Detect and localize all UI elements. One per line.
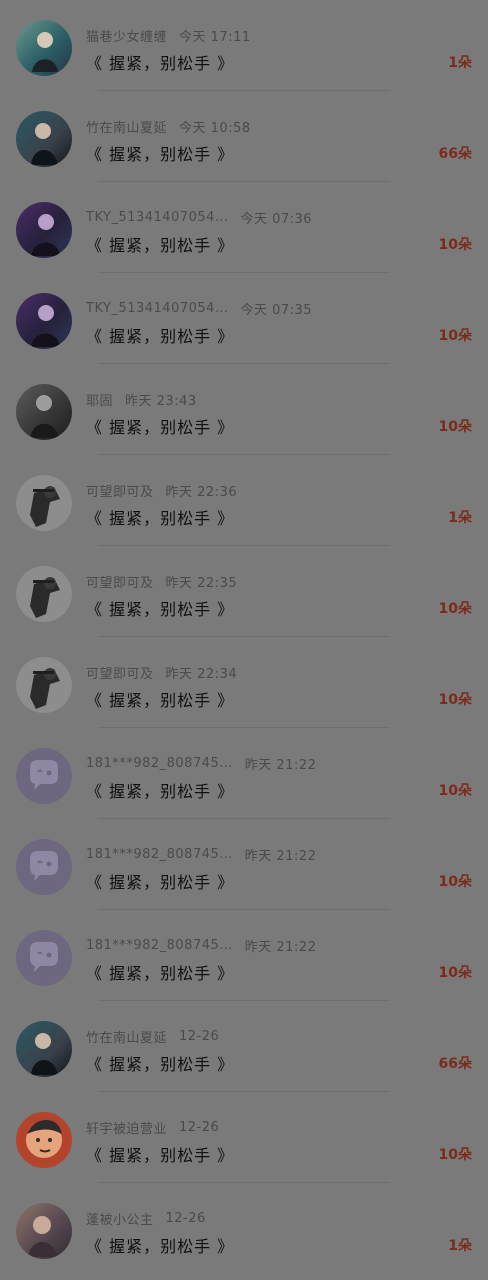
gift-name: 《 握紧，别松手 》	[86, 145, 235, 164]
timestamp: 昨天 22:34	[165, 667, 238, 682]
list-item[interactable]: 可望即可及 昨天 22:36 《 握紧，别松手 》 1朵	[0, 455, 488, 546]
username: 轩宇被迫营业	[86, 1122, 168, 1137]
list-item[interactable]: 耶固 昨天 23:43 《 握紧，别松手 》 10朵	[0, 364, 488, 455]
portrait-avatar-icon[interactable]	[16, 20, 72, 76]
gift-count: 10朵	[438, 328, 472, 344]
timestamp: 今天 07:35	[240, 303, 313, 318]
chat-bubble-avatar-icon[interactable]	[16, 748, 72, 804]
username: 竹在南山夏延	[86, 121, 168, 136]
gift-count: 1朵	[448, 510, 472, 526]
list-item[interactable]: 181***982_808745… 昨天 21:22 《 握紧，别松手 》 10…	[0, 728, 488, 819]
gift-count: 10朵	[438, 874, 472, 890]
username: TKY_51341407054…	[86, 301, 229, 316]
gift-count: 66朵	[438, 146, 472, 162]
list-item[interactable]: TKY_51341407054… 今天 07:36 《 握紧，别松手 》 10朵	[0, 182, 488, 273]
gift-count: 10朵	[438, 419, 472, 435]
gift-count: 1朵	[448, 1238, 472, 1254]
list-item[interactable]: 竹在南山夏延 12-26 《 握紧，别松手 》 66朵	[0, 1001, 488, 1092]
gift-name: 《 握紧，别松手 》	[86, 1237, 235, 1256]
portrait-avatar-icon[interactable]	[16, 384, 72, 440]
gift-name: 《 握紧，别松手 》	[86, 964, 235, 983]
list-item[interactable]: TKY_51341407054… 今天 07:35 《 握紧，别松手 》 10朵	[0, 273, 488, 364]
gift-name: 《 握紧，别松手 》	[86, 236, 235, 255]
gift-name: 《 握紧，别松手 》	[86, 509, 235, 528]
gift-name: 《 握紧，别松手 》	[86, 1055, 235, 1074]
gift-count: 10朵	[438, 1147, 472, 1163]
timestamp: 12-26	[179, 1029, 220, 1044]
gift-name: 《 握紧，别松手 》	[86, 327, 235, 346]
gift-name: 《 握紧，别松手 》	[86, 691, 235, 710]
list-item[interactable]: 181***982_808745… 昨天 21:22 《 握紧，别松手 》 10…	[0, 910, 488, 1001]
username: TKY_51341407054…	[86, 210, 229, 225]
gift-count: 1朵	[448, 55, 472, 71]
gift-name: 《 握紧，别松手 》	[86, 1146, 235, 1165]
timestamp: 今天 07:36	[240, 212, 313, 227]
timestamp: 昨天 22:36	[165, 485, 238, 500]
list-item[interactable]: 可望即可及 昨天 22:35 《 握紧，别松手 》 10朵	[0, 546, 488, 637]
username: 181***982_808745…	[86, 847, 233, 862]
gift-name: 《 握紧，别松手 》	[86, 600, 235, 619]
gift-record-list: 猫巷少女缠缠 今天 17:11 《 握紧，别松手 》 1朵 竹在南山夏延 今天 …	[0, 0, 488, 1280]
portrait-avatar-icon[interactable]	[16, 475, 72, 531]
gift-name: 《 握紧，别松手 》	[86, 54, 235, 73]
timestamp: 12-26	[179, 1120, 220, 1135]
gift-name: 《 握紧，别松手 》	[86, 418, 235, 437]
portrait-avatar-icon[interactable]	[16, 1203, 72, 1259]
username: 181***982_808745…	[86, 756, 233, 771]
chat-bubble-avatar-icon[interactable]	[16, 839, 72, 895]
username: 猫巷少女缠缠	[86, 30, 168, 45]
timestamp: 今天 10:58	[179, 121, 251, 136]
username: 竹在南山夏延	[86, 1031, 168, 1046]
list-item[interactable]: 猫巷少女缠缠 今天 17:11 《 握紧，别松手 》 1朵	[0, 0, 488, 91]
gift-count: 10朵	[438, 965, 472, 981]
username: 可望即可及	[86, 667, 154, 682]
gift-count: 10朵	[438, 237, 472, 253]
username: 可望即可及	[86, 576, 154, 591]
portrait-avatar-icon[interactable]	[16, 293, 72, 349]
timestamp: 今天 17:11	[179, 30, 251, 45]
username: 181***982_808745…	[86, 938, 233, 953]
list-item[interactable]: 竹在南山夏延 今天 10:58 《 握紧，别松手 》 66朵	[0, 91, 488, 182]
portrait-avatar-icon[interactable]	[16, 657, 72, 713]
timestamp: 昨天 22:35	[165, 576, 238, 591]
portrait-avatar-icon[interactable]	[16, 111, 72, 167]
username: 耶固	[86, 394, 114, 409]
list-item[interactable]: 轩宇被迫营业 12-26 《 握紧，别松手 》 10朵	[0, 1092, 488, 1183]
list-item[interactable]: 可望即可及 昨天 22:34 《 握紧，别松手 》 10朵	[0, 637, 488, 728]
username: 蓬被小公主	[86, 1213, 154, 1228]
gift-count: 66朵	[438, 1056, 472, 1072]
portrait-avatar-icon[interactable]	[16, 202, 72, 258]
timestamp: 昨天 21:22	[244, 849, 317, 864]
timestamp: 昨天 23:43	[125, 394, 197, 409]
username: 可望即可及	[86, 485, 154, 500]
timestamp: 昨天 21:22	[244, 758, 317, 773]
list-item[interactable]: 181***982_808745… 昨天 21:22 《 握紧，别松手 》 10…	[0, 819, 488, 910]
chat-bubble-avatar-icon[interactable]	[16, 930, 72, 986]
cartoon-avatar-icon[interactable]	[16, 1112, 72, 1168]
gift-name: 《 握紧，别松手 》	[86, 782, 235, 801]
list-item[interactable]: 蓬被小公主 12-26 《 握紧，别松手 》 1朵	[0, 1183, 488, 1274]
portrait-avatar-icon[interactable]	[16, 566, 72, 622]
gift-count: 10朵	[438, 692, 472, 708]
gift-count: 10朵	[438, 601, 472, 617]
timestamp: 12-26	[165, 1211, 206, 1226]
gift-name: 《 握紧，别松手 》	[86, 873, 235, 892]
timestamp: 昨天 21:22	[244, 940, 317, 955]
gift-count: 10朵	[438, 783, 472, 799]
portrait-avatar-icon[interactable]	[16, 1021, 72, 1077]
